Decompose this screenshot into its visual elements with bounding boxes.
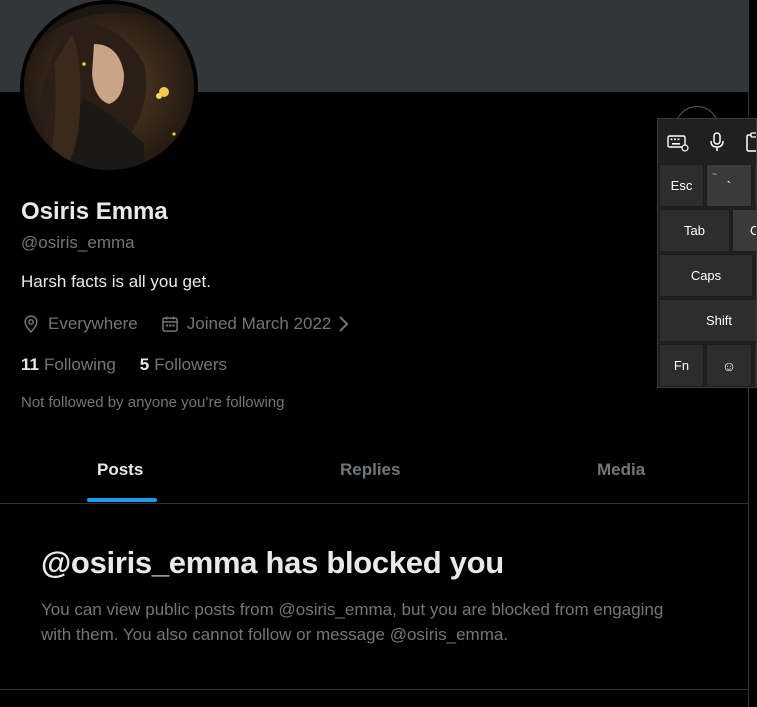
chevron-right-icon[interactable]: [337, 314, 351, 334]
key-fn[interactable]: Fn: [659, 344, 704, 387]
key-tab-label: Tab: [684, 223, 705, 238]
location-icon: [24, 315, 38, 333]
on-screen-keyboard: Esc ~ ` Tab C Caps Shift Fn ☺: [657, 118, 757, 388]
blocked-title: @osiris_emma has blocked you: [41, 545, 504, 580]
clipboard-icon[interactable]: [744, 131, 757, 153]
key-caps-label: Caps: [690, 268, 722, 283]
following-label: Following: [43, 355, 116, 374]
profile-joined: Joined March 2022: [186, 314, 332, 333]
key-esc-label: Esc: [670, 178, 693, 193]
tab-media[interactable]: Media: [597, 460, 645, 480]
followers-count: 5: [139, 355, 150, 374]
key-esc[interactable]: Esc: [659, 164, 704, 207]
following-link[interactable]: 11 Following: [21, 355, 116, 375]
followers-link[interactable]: 5 Followers: [140, 355, 227, 375]
keyboard-toolbar: [658, 119, 757, 163]
key-q-label: C: [750, 223, 756, 238]
not-followed-note: Not followed by anyone you’re following: [21, 394, 285, 411]
key-tilde-shift-label: ~: [712, 169, 718, 179]
profile-meta: Everywhere Joined March 2022: [21, 313, 351, 335]
tab-posts[interactable]: Posts: [97, 460, 143, 480]
key-shift[interactable]: Shift: [659, 299, 756, 342]
avatar-image: [24, 4, 194, 170]
key-tab[interactable]: Tab: [659, 209, 730, 252]
profile-bio: Harsh facts is all you get.: [21, 272, 211, 291]
followers-label: Followers: [154, 355, 228, 374]
key-caps[interactable]: Caps: [659, 254, 753, 297]
profile-stats: 11 Following 5 Followers: [21, 355, 251, 375]
profile-page: Osiris Emma @osiris_emma Harsh facts is …: [0, 0, 749, 707]
key-tilde[interactable]: ~ `: [706, 164, 752, 207]
key-tilde-label: `: [726, 177, 732, 194]
divider: [0, 689, 749, 690]
profile-location: Everywhere: [48, 314, 138, 333]
key-shift-label: Shift: [705, 313, 732, 328]
key-q[interactable]: C: [732, 209, 756, 252]
key-fn-label: Fn: [673, 358, 690, 373]
keyboard-settings-icon[interactable]: [667, 131, 689, 153]
emoji-icon: ☺: [721, 357, 737, 374]
profile-name: Osiris Emma: [21, 198, 168, 225]
profile-handle: @osiris_emma: [21, 233, 135, 252]
blocked-message: You can view public posts from @osiris_e…: [41, 600, 664, 644]
calendar-icon: [161, 316, 178, 332]
tab-replies[interactable]: Replies: [340, 460, 400, 480]
microphone-icon[interactable]: [706, 131, 728, 153]
following-count: 11: [21, 355, 39, 374]
profile-tabs: Posts Replies Media: [0, 440, 749, 504]
key-emoji[interactable]: ☺: [706, 344, 752, 387]
avatar[interactable]: [20, 0, 198, 174]
active-tab-indicator: [87, 498, 157, 502]
